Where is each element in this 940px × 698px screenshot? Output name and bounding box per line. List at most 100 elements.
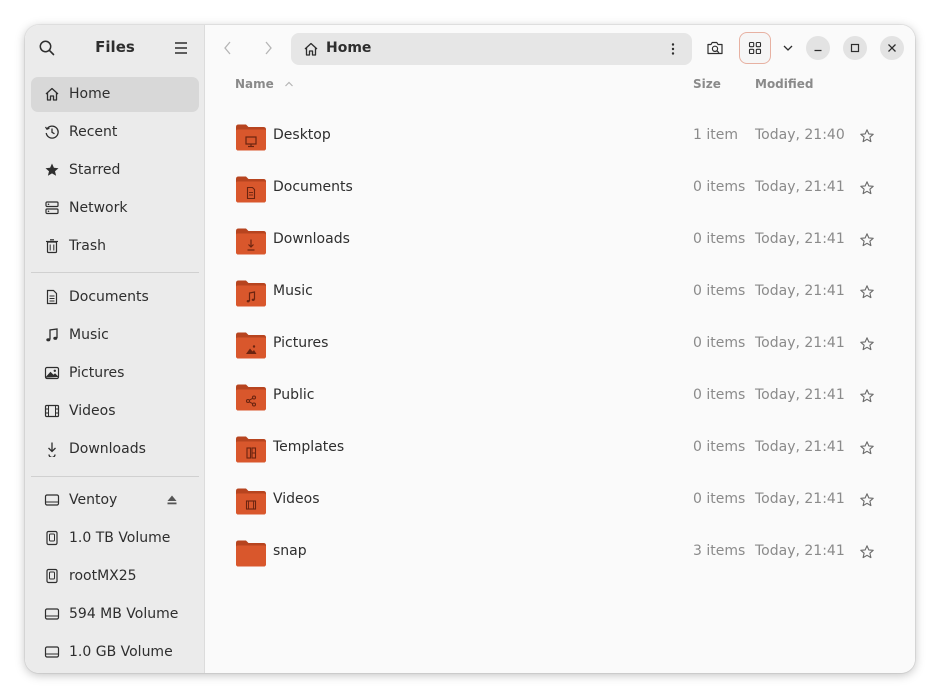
maximize-icon bbox=[850, 43, 860, 53]
file-row[interactable]: Downloads 0 items Today, 21:41 bbox=[235, 215, 895, 267]
sidebar-item-594mb-volume[interactable]: 594 MB Volume bbox=[31, 597, 199, 632]
file-modified: Today, 21:41 bbox=[755, 491, 845, 507]
file-size: 0 items bbox=[693, 179, 746, 195]
star-toggle-icon[interactable] bbox=[859, 492, 875, 508]
file-name: Downloads bbox=[273, 231, 350, 247]
file-name: snap bbox=[273, 543, 307, 559]
trash-icon bbox=[46, 239, 58, 254]
sidebar-item-label: Downloads bbox=[69, 441, 146, 457]
chevron-left-icon bbox=[224, 41, 231, 55]
file-size: 0 items bbox=[693, 335, 746, 351]
sidebar-item-home[interactable]: Home bbox=[31, 77, 199, 112]
sidebar-item-label: Home bbox=[69, 86, 111, 102]
file-row[interactable]: Public 0 items Today, 21:41 bbox=[235, 371, 895, 423]
file-modified: Today, 21:41 bbox=[755, 439, 845, 455]
grid-view-button[interactable] bbox=[739, 32, 771, 64]
star-toggle-icon[interactable] bbox=[859, 284, 875, 300]
sort-ascending-icon bbox=[285, 81, 293, 87]
video-icon bbox=[44, 404, 60, 418]
star-toggle-icon[interactable] bbox=[859, 336, 875, 352]
file-size: 0 items bbox=[693, 231, 746, 247]
sidebar-item-1tb-volume[interactable]: 1.0 TB Volume bbox=[31, 521, 199, 556]
file-modified: Today, 21:41 bbox=[755, 283, 845, 299]
star-toggle-icon[interactable] bbox=[859, 128, 875, 144]
file-name: Pictures bbox=[273, 335, 329, 351]
sidebar-item-documents[interactable]: Documents bbox=[31, 280, 199, 315]
sidebar-item-starred[interactable]: Starred bbox=[31, 153, 199, 188]
close-button[interactable] bbox=[880, 36, 904, 60]
sidebar-item-ventoy[interactable]: Ventoy bbox=[31, 483, 199, 518]
sidebar-item-label: Network bbox=[69, 200, 128, 216]
forward-button[interactable] bbox=[253, 33, 283, 63]
file-size: 0 items bbox=[693, 283, 746, 299]
sidebar-item-trash[interactable]: Trash bbox=[31, 229, 199, 264]
sidebar-item-music[interactable]: Music bbox=[31, 318, 199, 353]
sidebar-item-label: 594 MB Volume bbox=[69, 606, 179, 622]
hamburger-menu-icon[interactable] bbox=[172, 39, 190, 57]
file-row[interactable]: snap 3 items Today, 21:41 bbox=[235, 527, 895, 579]
file-name: Templates bbox=[273, 439, 345, 455]
sidebar-item-1gb-volume[interactable]: 1.0 GB Volume bbox=[31, 635, 199, 670]
file-name: Desktop bbox=[273, 127, 331, 143]
folder-icon bbox=[236, 540, 266, 567]
header-bar: Home bbox=[205, 25, 915, 71]
home-icon bbox=[304, 42, 318, 56]
back-button[interactable] bbox=[213, 33, 243, 63]
sidebar-item-label: Pictures bbox=[69, 365, 125, 381]
maximize-button[interactable] bbox=[843, 36, 867, 60]
sidebar-item-rootmx25[interactable]: rootMX25 bbox=[31, 559, 199, 594]
file-size: 1 item bbox=[693, 127, 738, 143]
file-row[interactable]: Templates 0 items Today, 21:41 bbox=[235, 423, 895, 475]
file-row[interactable]: Documents 0 items Today, 21:41 bbox=[235, 163, 895, 215]
star-toggle-icon[interactable] bbox=[859, 388, 875, 404]
search-in-folder-button[interactable] bbox=[700, 33, 730, 63]
minimize-button[interactable] bbox=[806, 36, 830, 60]
column-header-name[interactable]: Name bbox=[235, 77, 294, 91]
picture-icon bbox=[44, 366, 60, 380]
sidebar-item-recent[interactable]: Recent bbox=[31, 115, 199, 150]
column-header-name-label: Name bbox=[235, 77, 274, 91]
view-options-button[interactable] bbox=[778, 33, 798, 63]
folder-icon bbox=[236, 384, 266, 411]
star-toggle-icon[interactable] bbox=[859, 232, 875, 248]
disk-icon bbox=[46, 568, 58, 584]
drive-icon bbox=[44, 646, 60, 658]
folder-icon bbox=[236, 488, 266, 515]
more-options-icon[interactable] bbox=[665, 41, 681, 57]
close-icon bbox=[888, 44, 896, 52]
sidebar-item-pictures[interactable]: Pictures bbox=[31, 356, 199, 391]
file-modified: Today, 21:40 bbox=[755, 127, 845, 143]
file-modified: Today, 21:41 bbox=[755, 231, 845, 247]
home-icon bbox=[45, 87, 59, 101]
file-name: Documents bbox=[273, 179, 353, 195]
file-row[interactable]: Desktop 1 item Today, 21:40 bbox=[235, 111, 895, 163]
file-row[interactable]: Pictures 0 items Today, 21:41 bbox=[235, 319, 895, 371]
sidebar-item-label: rootMX25 bbox=[69, 568, 137, 584]
file-row[interactable]: Videos 0 items Today, 21:41 bbox=[235, 475, 895, 527]
eject-icon[interactable] bbox=[165, 493, 179, 507]
file-name: Music bbox=[273, 283, 313, 299]
sidebar-item-network[interactable]: Network bbox=[31, 191, 199, 226]
file-modified: Today, 21:41 bbox=[755, 335, 845, 351]
chevron-right-icon bbox=[265, 41, 272, 55]
sidebar-item-label: 1.0 TB Volume bbox=[69, 530, 171, 546]
file-size: 0 items bbox=[693, 387, 746, 403]
folder-icon bbox=[236, 124, 266, 151]
sidebar-item-videos[interactable]: Videos bbox=[31, 394, 199, 429]
file-size: 0 items bbox=[693, 491, 746, 507]
main-content: Home Name Size Modified Desktop 1 item T… bbox=[205, 25, 915, 673]
column-header-modified[interactable]: Modified bbox=[755, 77, 814, 91]
column-header-size[interactable]: Size bbox=[693, 77, 721, 91]
download-icon bbox=[48, 442, 56, 457]
file-row[interactable]: Music 0 items Today, 21:41 bbox=[235, 267, 895, 319]
star-toggle-icon[interactable] bbox=[859, 544, 875, 560]
sidebar-item-label: Starred bbox=[69, 162, 121, 178]
sidebar-item-downloads[interactable]: Downloads bbox=[31, 432, 199, 467]
folder-icon bbox=[236, 436, 266, 463]
path-bar[interactable]: Home bbox=[291, 33, 692, 65]
star-toggle-icon[interactable] bbox=[859, 180, 875, 196]
star-toggle-icon[interactable] bbox=[859, 440, 875, 456]
clock-icon bbox=[44, 125, 59, 139]
folder-icon bbox=[236, 280, 266, 307]
sidebar-divider bbox=[31, 272, 199, 273]
